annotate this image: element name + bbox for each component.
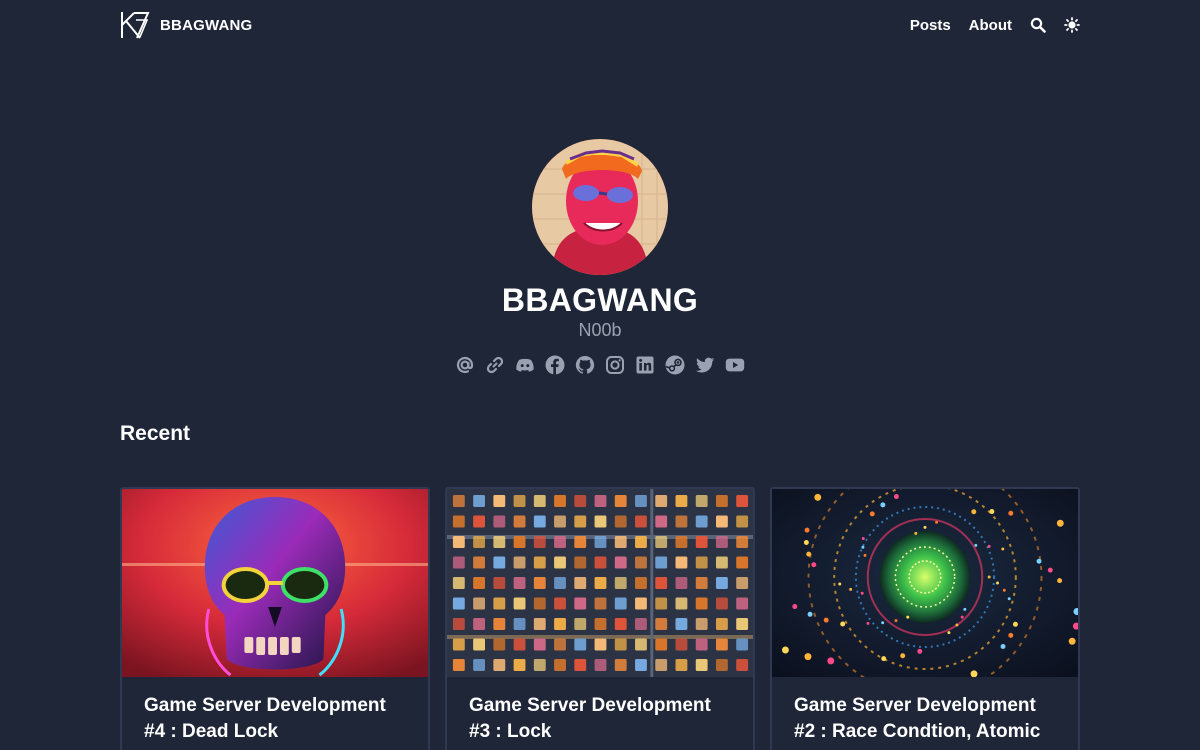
avatar — [532, 139, 668, 275]
main-nav: Posts About — [910, 17, 1080, 34]
brand-logo-icon — [121, 12, 150, 39]
post-title[interactable]: Game Server Development #2 : Race Condti… — [794, 693, 1062, 745]
instagram-icon[interactable] — [605, 354, 625, 376]
search-icon[interactable] — [1030, 17, 1046, 33]
site-header: BBAGWANG Posts About — [120, 8, 1080, 42]
brand-home-link[interactable]: BBAGWANG — [120, 10, 252, 40]
recent-section-title: Recent — [120, 422, 191, 445]
avatar-image — [532, 139, 668, 275]
email-icon[interactable] — [455, 354, 475, 376]
post-thumbnail — [447, 489, 753, 677]
recent-posts-list: Game Server Development #4 : Dead Lock 2… — [120, 487, 1080, 750]
linkedin-icon[interactable] — [635, 354, 655, 376]
post-title[interactable]: Game Server Development #4 : Dead Lock — [144, 693, 412, 745]
brand-name: BBAGWANG — [160, 16, 253, 34]
discord-icon[interactable] — [515, 354, 535, 376]
post-card[interactable]: Game Server Development #2 : Race Condti… — [770, 487, 1080, 750]
post-card[interactable]: Game Server Development #4 : Dead Lock 2… — [120, 487, 430, 750]
github-icon[interactable] — [575, 354, 595, 376]
facebook-icon[interactable] — [545, 354, 565, 376]
post-title[interactable]: Game Server Development #3 : Lock — [469, 693, 737, 745]
social-links — [0, 354, 1200, 376]
nav-about-link[interactable]: About — [969, 17, 1012, 34]
theme-toggle-icon[interactable] — [1064, 17, 1080, 33]
youtube-icon[interactable] — [725, 354, 745, 376]
nav-posts-link[interactable]: Posts — [910, 17, 951, 34]
post-thumbnail — [772, 489, 1078, 677]
link-icon[interactable] — [485, 354, 505, 376]
post-card[interactable]: Game Server Development #3 : Lock 2023-0… — [445, 487, 755, 750]
steam-icon[interactable] — [665, 354, 685, 376]
post-thumbnail — [122, 489, 428, 677]
twitter-icon[interactable] — [695, 354, 715, 376]
profile-name: BBAGWANG — [501, 282, 699, 318]
profile-tagline: N00b — [578, 320, 622, 340]
